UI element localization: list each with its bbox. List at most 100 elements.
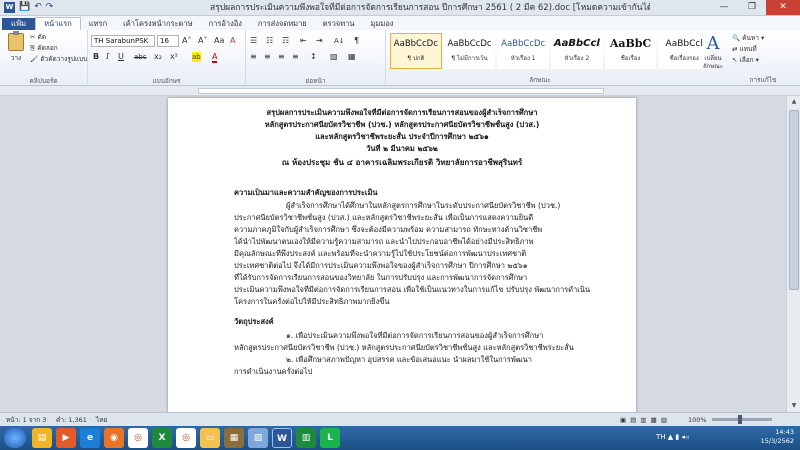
quick-access-toolbar: W 💾 ↶ ↷ bbox=[4, 1, 53, 14]
tab-home[interactable]: หน้าแรก bbox=[35, 17, 81, 30]
word-taskbar-icon[interactable]: W bbox=[272, 428, 292, 448]
tab-page-layout[interactable]: เค้าโครงหน้ากระดาษ bbox=[115, 18, 200, 30]
system-tray: TH ▲ ▮ ◂◃ bbox=[656, 433, 689, 441]
redo-icon[interactable]: ↷ bbox=[46, 1, 54, 14]
subscript-button[interactable]: x₂ bbox=[154, 52, 162, 62]
scroll-up-icon[interactable]: ▲ bbox=[787, 96, 800, 108]
page-count[interactable]: หน้า: 1 จาก 3 bbox=[6, 414, 46, 426]
word-count[interactable]: คำ: 1,361 bbox=[56, 414, 87, 426]
close-button[interactable]: ✕ bbox=[766, 0, 800, 15]
media-player-icon[interactable]: ▶ bbox=[56, 428, 76, 448]
zoom-slider[interactable] bbox=[712, 418, 772, 421]
style-name: ชื่อเรื่อง bbox=[620, 55, 641, 62]
italic-button[interactable]: I bbox=[106, 52, 109, 62]
bold-button[interactable]: B bbox=[93, 52, 99, 62]
language-status[interactable]: ไทย bbox=[96, 414, 107, 426]
line-spacing-icon[interactable]: ↕ bbox=[310, 52, 317, 62]
minimize-button[interactable]: — bbox=[710, 0, 738, 15]
line-app-icon[interactable]: L bbox=[320, 428, 340, 448]
cut-button[interactable]: ✂ ตัด bbox=[30, 33, 46, 42]
start-button[interactable] bbox=[4, 428, 26, 448]
style-heading-2[interactable]: AaBbCcl หัวเรื่อง 2 bbox=[551, 33, 603, 69]
style-preview: AaBbC bbox=[609, 37, 652, 50]
style-normal[interactable]: AaBbCcDc ¶ ปกติ bbox=[390, 33, 442, 69]
format-painter-button[interactable]: 🖌 ตัวคัดวางรูปแบบ bbox=[30, 55, 87, 64]
superscript-button[interactable]: x² bbox=[170, 52, 178, 62]
sort-icon[interactable]: A↓ bbox=[334, 36, 345, 46]
bullets-icon[interactable]: ☰ bbox=[250, 36, 257, 46]
grow-font-icon[interactable]: A˄ bbox=[182, 36, 191, 46]
tray-language[interactable]: TH bbox=[656, 433, 666, 441]
tab-file[interactable]: แฟ้ม bbox=[2, 18, 36, 30]
clock[interactable]: 14:43 15/3/2562 bbox=[761, 428, 794, 446]
style-preview: AaBbCcDc bbox=[447, 39, 492, 49]
copy-button[interactable]: ⎘ คัดลอก bbox=[30, 44, 58, 53]
section2-line: การดำเนินงานครั้งต่อไป bbox=[234, 367, 313, 376]
tab-mailings[interactable]: การส่งจดหมาย bbox=[250, 18, 315, 30]
document-area[interactable]: สรุปผลการประเมินความพึงพอใจที่มีต่อการจั… bbox=[0, 96, 786, 412]
strikethrough-button[interactable]: abc bbox=[134, 52, 147, 62]
change-case-icon[interactable]: Aa bbox=[214, 36, 224, 46]
archive-icon[interactable]: ▦ bbox=[224, 428, 244, 448]
file-explorer-icon[interactable]: ▤ bbox=[32, 428, 52, 448]
tab-references[interactable]: การอ้างอิง bbox=[201, 18, 250, 30]
view-buttons[interactable]: ▣ ▤ ▥ ▦ ▧ bbox=[620, 414, 668, 426]
horizontal-ruler[interactable] bbox=[0, 86, 800, 96]
spreadsheet-icon[interactable]: ▥ bbox=[296, 428, 316, 448]
shrink-font-icon[interactable]: A˅ bbox=[198, 36, 207, 46]
paste-button[interactable]: วาง bbox=[6, 31, 26, 69]
change-styles-button[interactable]: A เปลี่ยนลักษณะ bbox=[700, 33, 726, 71]
section2-heading: วัตถุประสงค์ bbox=[234, 317, 274, 326]
save-icon[interactable]: 💾 bbox=[19, 1, 30, 14]
align-center-icon[interactable]: ≡ bbox=[264, 52, 271, 62]
clear-format-icon[interactable]: A bbox=[230, 36, 235, 46]
replace-button[interactable]: ⇄ แทนที่ bbox=[732, 44, 757, 54]
style-heading-1[interactable]: AaBbCcDc หัวเรื่อง 1 bbox=[497, 33, 550, 69]
word-app-icon: W bbox=[4, 2, 15, 13]
chrome-profile-icon[interactable]: ◎ bbox=[176, 428, 196, 448]
align-left-icon[interactable]: ≡ bbox=[250, 52, 257, 62]
scroll-thumb[interactable] bbox=[789, 110, 799, 290]
undo-icon[interactable]: ↶ bbox=[34, 1, 42, 14]
zoom-level[interactable]: 100% bbox=[688, 414, 707, 426]
firefox-icon[interactable]: ◉ bbox=[104, 428, 124, 448]
multilevel-list-icon[interactable]: ☶ bbox=[282, 36, 289, 46]
align-right-icon[interactable]: ≡ bbox=[278, 52, 285, 62]
borders-icon[interactable]: ▦ bbox=[348, 52, 356, 62]
font-group-label: แบบอักษร bbox=[152, 77, 181, 85]
font-size-box[interactable]: 16 bbox=[157, 35, 179, 47]
scroll-down-icon[interactable]: ▼ bbox=[787, 400, 800, 412]
folder-icon[interactable]: ▭ bbox=[200, 428, 220, 448]
numbering-icon[interactable]: ☷ bbox=[266, 36, 273, 46]
change-styles-icon: A bbox=[706, 33, 720, 54]
find-button[interactable]: 🔍 ค้นหา ▾ bbox=[732, 33, 764, 43]
format-painter-label: ตัวคัดวางรูปแบบ bbox=[40, 55, 88, 63]
font-name-box[interactable]: TH SarabunPSK bbox=[91, 35, 155, 47]
zoom-slider-knob[interactable] bbox=[738, 415, 742, 424]
style-title[interactable]: AaBbC ชื่อเรื่อง bbox=[604, 33, 657, 69]
justify-icon[interactable]: ≡ bbox=[292, 52, 299, 62]
excel-icon[interactable]: X bbox=[152, 428, 172, 448]
show-hide-marks-icon[interactable]: ¶ bbox=[354, 36, 359, 46]
maximize-button[interactable]: ❐ bbox=[738, 0, 766, 15]
shading-icon[interactable]: ▨ bbox=[330, 52, 338, 62]
tab-review[interactable]: ตรวจทาน bbox=[315, 18, 363, 30]
highlight-icon[interactable]: ab bbox=[192, 52, 201, 62]
select-label: เลือก ▾ bbox=[739, 56, 759, 64]
vertical-scrollbar[interactable]: ▲ ▼ bbox=[786, 96, 800, 412]
ribbon-tabs: แฟ้ม หน้าแรก แทรก เค้าโครงหน้ากระดาษ การ… bbox=[0, 16, 800, 30]
chrome-icon[interactable]: ◎ bbox=[128, 428, 148, 448]
increase-indent-icon[interactable]: ⇥ bbox=[316, 36, 323, 46]
decrease-indent-icon[interactable]: ⇤ bbox=[300, 36, 307, 46]
tab-insert[interactable]: แทรก bbox=[81, 18, 115, 30]
section2-line: หลักสูตรประกาศนียบัตรวิชาชีพ (ปวช.) หลัก… bbox=[234, 343, 574, 352]
network-icon[interactable]: ▲ ▮ ◂◃ bbox=[668, 433, 689, 441]
picture-viewer-icon[interactable]: ▨ bbox=[248, 428, 268, 448]
internet-explorer-icon[interactable]: e bbox=[80, 428, 100, 448]
underline-button[interactable]: U bbox=[118, 52, 124, 62]
tab-view[interactable]: มุมมอง bbox=[362, 18, 401, 30]
select-button[interactable]: ↖ เลือก ▾ bbox=[732, 55, 759, 65]
style-no-spacing[interactable]: AaBbCcDc ¶ ไม่มีการเว้น bbox=[443, 33, 496, 69]
document-page[interactable]: สรุปผลการประเมินความพึงพอใจที่มีต่อการจั… bbox=[168, 98, 636, 412]
font-color-icon[interactable]: A bbox=[212, 52, 218, 63]
